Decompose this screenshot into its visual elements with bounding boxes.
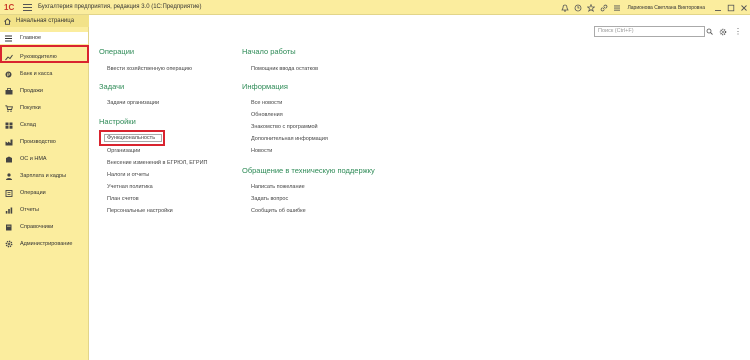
link-report-error[interactable]: Сообщить об ошибке (251, 208, 306, 214)
sidebar: Начальная страница Главное Руководителю … (0, 15, 89, 360)
home-icon (4, 17, 11, 25)
sidebar-item-label: Операции (20, 190, 46, 196)
link-accounting-policy[interactable]: Учетная политика (107, 184, 153, 190)
link-updates[interactable]: Обновления (251, 112, 283, 118)
sidebar-item-label: Покупки (20, 105, 41, 111)
sidebar-item-purchases[interactable]: Покупки (0, 102, 88, 114)
title-bar: 1С Бухгалтерия предприятия, редакция 3.0… (0, 0, 750, 15)
link-balance-wizard[interactable]: Помощник ввода остатков (251, 66, 318, 72)
link-chart-of-accounts[interactable]: План счетов (107, 196, 139, 202)
link-functionality[interactable]: Функциональность (107, 135, 155, 141)
sidebar-item-operations[interactable]: Операции (0, 187, 88, 199)
sidebar-item-label: Администрирование (20, 241, 73, 247)
link-all-news[interactable]: Все новости (251, 100, 282, 106)
maximize-icon[interactable] (724, 0, 737, 15)
sidebar-item-label: Производство (20, 139, 56, 145)
search-input[interactable]: Поиск (Ctrl+F) (594, 26, 705, 37)
sidebar-item-label: ОС и НМА (20, 156, 47, 162)
sidebar-item-fixed-assets[interactable]: ОС и НМА (0, 153, 88, 165)
bank-icon: ₽ (5, 71, 17, 78)
main-menu-icon[interactable] (23, 3, 32, 11)
app-logo: 1С (4, 2, 15, 12)
assets-icon (5, 156, 17, 163)
link-egrul-changes[interactable]: Внесение изменений в ЕГРЮЛ, ЕГРИП (107, 160, 207, 166)
section-title-tasks: Задачи (99, 82, 125, 91)
cart-icon (5, 104, 17, 112)
section-title-getting-started: Начало работы (242, 47, 296, 56)
sidebar-item-label: Справочники (20, 224, 54, 230)
sidebar-item-reports[interactable]: Отчеты (0, 204, 88, 216)
people-icon (5, 172, 17, 180)
window-title: Бухгалтерия предприятия, редакция 3.0 (1… (38, 4, 202, 10)
link-enter-operation[interactable]: Ввести хозяйственную операцию (107, 66, 192, 72)
sidebar-item-admin[interactable]: Администрирование (0, 238, 88, 250)
link-intro[interactable]: Знакомство с программой (251, 124, 318, 130)
link-additional-info[interactable]: Дополнительная информация (251, 136, 328, 142)
sidebar-item-label: Склад (20, 122, 36, 128)
minimize-icon[interactable] (711, 0, 724, 15)
sidebar-item-label: Банк и касса (20, 71, 53, 77)
link-organizations[interactable]: Организации (107, 148, 140, 154)
gear-icon[interactable] (718, 26, 728, 37)
sidebar-item-label: Продажи (20, 88, 43, 94)
sidebar-item-production[interactable]: Производство (0, 136, 88, 148)
link-taxes-reports[interactable]: Налоги и отчеты (107, 172, 149, 178)
highlight-frame-main (0, 45, 89, 63)
bell-icon[interactable] (558, 0, 571, 15)
sidebar-item-main[interactable]: Главное (0, 32, 88, 44)
reports-icon (5, 207, 17, 214)
sidebar-item-label: Главное (20, 35, 42, 41)
link-write-wish[interactable]: Написать пожелание (251, 184, 305, 190)
link-organization-tasks[interactable]: Задачи организации (107, 100, 159, 106)
list-icon[interactable] (610, 0, 623, 15)
home-page-tab[interactable]: Начальная страница (0, 15, 89, 27)
sidebar-item-salary[interactable]: Зарплата и кадры (0, 170, 88, 182)
link-ask-question[interactable]: Задать вопрос (251, 196, 288, 202)
home-page-label: Начальная страница (16, 18, 75, 24)
search-icon[interactable] (705, 26, 713, 37)
reference-icon (5, 224, 17, 231)
sidebar-item-warehouse[interactable]: Склад (0, 119, 88, 131)
more-options-icon[interactable]: ⋮ (733, 26, 743, 37)
close-icon[interactable] (737, 0, 750, 15)
sidebar-item-label: Зарплата и кадры (20, 173, 67, 179)
warehouse-icon (5, 122, 17, 129)
star-icon[interactable] (584, 0, 597, 15)
link-personal-settings[interactable]: Персональные настройки (107, 208, 173, 214)
section-title-operations: Операции (99, 47, 135, 56)
history-icon[interactable] (571, 0, 584, 15)
sidebar-item-bank[interactable]: ₽ Банк и касса (0, 68, 88, 80)
sidebar-item-sales[interactable]: Продажи (0, 85, 88, 97)
production-icon (5, 139, 17, 146)
link-news[interactable]: Новости (251, 148, 272, 154)
menu-icon (5, 35, 17, 42)
section-title-settings: Настройки (99, 117, 136, 126)
section-title-information: Информация (242, 82, 288, 91)
admin-icon (5, 240, 17, 248)
sidebar-item-references[interactable]: Справочники (0, 221, 88, 233)
sidebar-item-label: Отчеты (20, 207, 40, 213)
section-title-support: Обращение в техническую поддержку (242, 166, 375, 175)
sales-icon (5, 87, 17, 95)
user-name[interactable]: Ларионова Светлана Викторовна (627, 5, 705, 11)
link-icon[interactable] (597, 0, 610, 15)
operations-icon (5, 189, 17, 197)
